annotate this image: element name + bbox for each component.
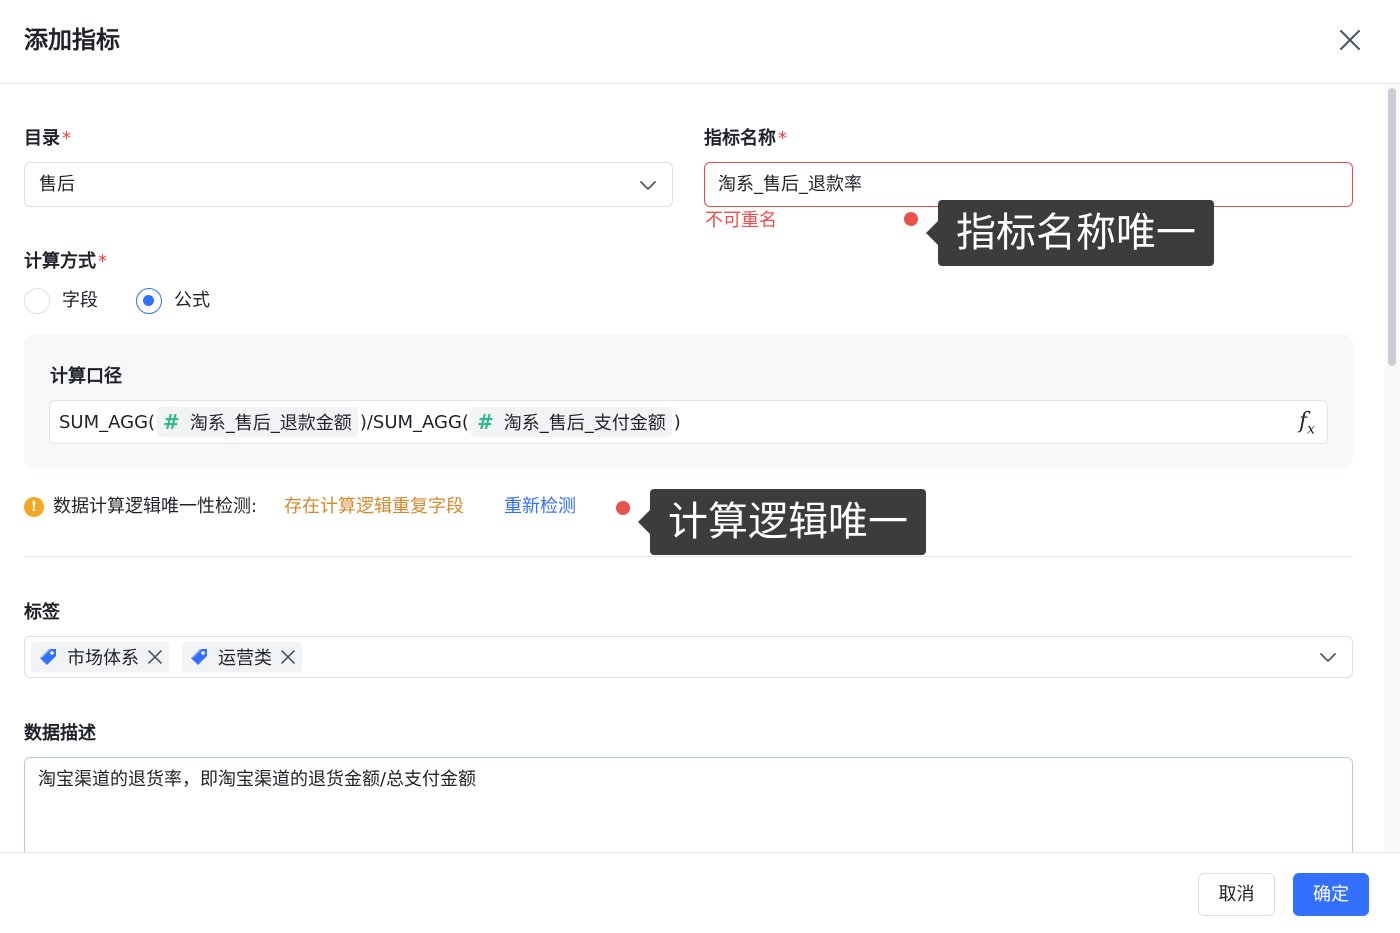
metric-name-input[interactable] bbox=[718, 173, 1318, 197]
formula-panel: 计算口径 SUM_AGG( # 淘系_售后_退款金额 )/SUM_AGG( # … bbox=[24, 334, 1353, 468]
calc-method-label-text: 计算方式 bbox=[24, 251, 96, 272]
radio-formula-label: 公式 bbox=[174, 290, 210, 311]
dialog-title: 添加指标 bbox=[24, 26, 120, 54]
dialog-header: 添加指标 bbox=[0, 0, 1400, 84]
formula-field-name: 淘系_售后_支付金额 bbox=[503, 413, 666, 434]
tag-chip: 市场体系 bbox=[31, 642, 169, 672]
catalog-selected-value: 售后 bbox=[39, 174, 75, 195]
required-mark: * bbox=[98, 251, 107, 272]
annotation-name-unique: 指标名称唯一 bbox=[926, 200, 1214, 266]
annotation-dot bbox=[904, 212, 918, 226]
radio-circle bbox=[24, 288, 50, 314]
catalog-label: 目录 * bbox=[24, 127, 71, 151]
tag-label: 市场体系 bbox=[67, 648, 139, 669]
add-metric-dialog: 添加指标 目录* 售后 指标名称* 不可重名 指标名称唯一 bbox=[0, 0, 1400, 933]
formula-operator: )/SUM_AGG( bbox=[359, 411, 469, 433]
tag-icon bbox=[191, 649, 207, 665]
formula-func-close: ) bbox=[673, 411, 681, 433]
description-field[interactable]: 淘宝渠道的退货率，即淘宝渠道的退货金额/总支付金额 bbox=[24, 757, 1353, 852]
divider bbox=[24, 556, 1353, 557]
formula-label: 计算口径 bbox=[50, 366, 122, 387]
close-icon[interactable] bbox=[147, 649, 163, 665]
description-textarea[interactable]: 淘宝渠道的退货率，即淘宝渠道的退货金额/总支付金额 bbox=[38, 766, 1328, 852]
uniqueness-check-status: 存在计算逻辑重复字段 bbox=[284, 496, 464, 517]
dialog-body: 目录* 售后 指标名称* 不可重名 指标名称唯一 计算方式* 字段 bbox=[0, 84, 1384, 852]
formula-expression: SUM_AGG( # 淘系_售后_退款金额 )/SUM_AGG( # 淘系_售后… bbox=[59, 407, 681, 437]
annotation-dot bbox=[616, 501, 630, 515]
tags-label: 标签 bbox=[24, 602, 60, 623]
formula-field-chip[interactable]: # 淘系_售后_退款金额 bbox=[157, 407, 358, 437]
radio-circle-selected bbox=[136, 288, 162, 314]
description-label: 数据描述 bbox=[24, 723, 96, 744]
metric-name-label: 指标名称 * bbox=[704, 127, 787, 151]
tags-select[interactable]: 市场体系 运营类 bbox=[24, 636, 1353, 678]
scrollbar-thumb[interactable] bbox=[1388, 88, 1396, 366]
calc-method-label: 计算方式 * bbox=[24, 250, 107, 274]
hash-icon: # bbox=[163, 410, 180, 434]
uniqueness-check-label: 数据计算逻辑唯一性检测: bbox=[53, 496, 258, 517]
formula-editor[interactable]: SUM_AGG( # 淘系_售后_退款金额 )/SUM_AGG( # 淘系_售后… bbox=[49, 400, 1328, 444]
formula-field-chip[interactable]: # 淘系_售后_支付金额 bbox=[470, 407, 672, 437]
metric-name-label-text: 指标名称 bbox=[704, 128, 776, 149]
tag-label: 运营类 bbox=[218, 648, 272, 669]
required-mark: * bbox=[62, 128, 71, 149]
catalog-label-text: 目录 bbox=[24, 128, 60, 149]
close-icon[interactable] bbox=[280, 649, 296, 665]
tag-chip: 运营类 bbox=[182, 642, 302, 672]
catalog-select[interactable]: 售后 bbox=[24, 162, 673, 207]
confirm-button[interactable]: 确定 bbox=[1293, 873, 1369, 916]
close-icon[interactable] bbox=[1334, 24, 1366, 56]
cancel-button[interactable]: 取消 bbox=[1198, 873, 1275, 916]
chevron-down-icon bbox=[640, 181, 656, 190]
function-icon[interactable]: fx bbox=[1299, 409, 1315, 437]
warning-icon: ! bbox=[24, 497, 44, 517]
recheck-link[interactable]: 重新检测 bbox=[504, 494, 576, 520]
metric-name-error: 不可重名 bbox=[705, 210, 777, 231]
tag-icon bbox=[40, 649, 56, 665]
annotation-logic-unique: 计算逻辑唯一 bbox=[638, 489, 926, 555]
required-mark: * bbox=[778, 128, 787, 149]
formula-field-name: 淘系_售后_退款金额 bbox=[189, 413, 352, 434]
radio-field-label: 字段 bbox=[62, 290, 98, 311]
dialog-footer: 取消 确定 bbox=[0, 852, 1400, 933]
hash-icon: # bbox=[476, 410, 494, 434]
formula-func-open: SUM_AGG( bbox=[59, 411, 156, 433]
chevron-down-icon bbox=[1320, 653, 1336, 662]
